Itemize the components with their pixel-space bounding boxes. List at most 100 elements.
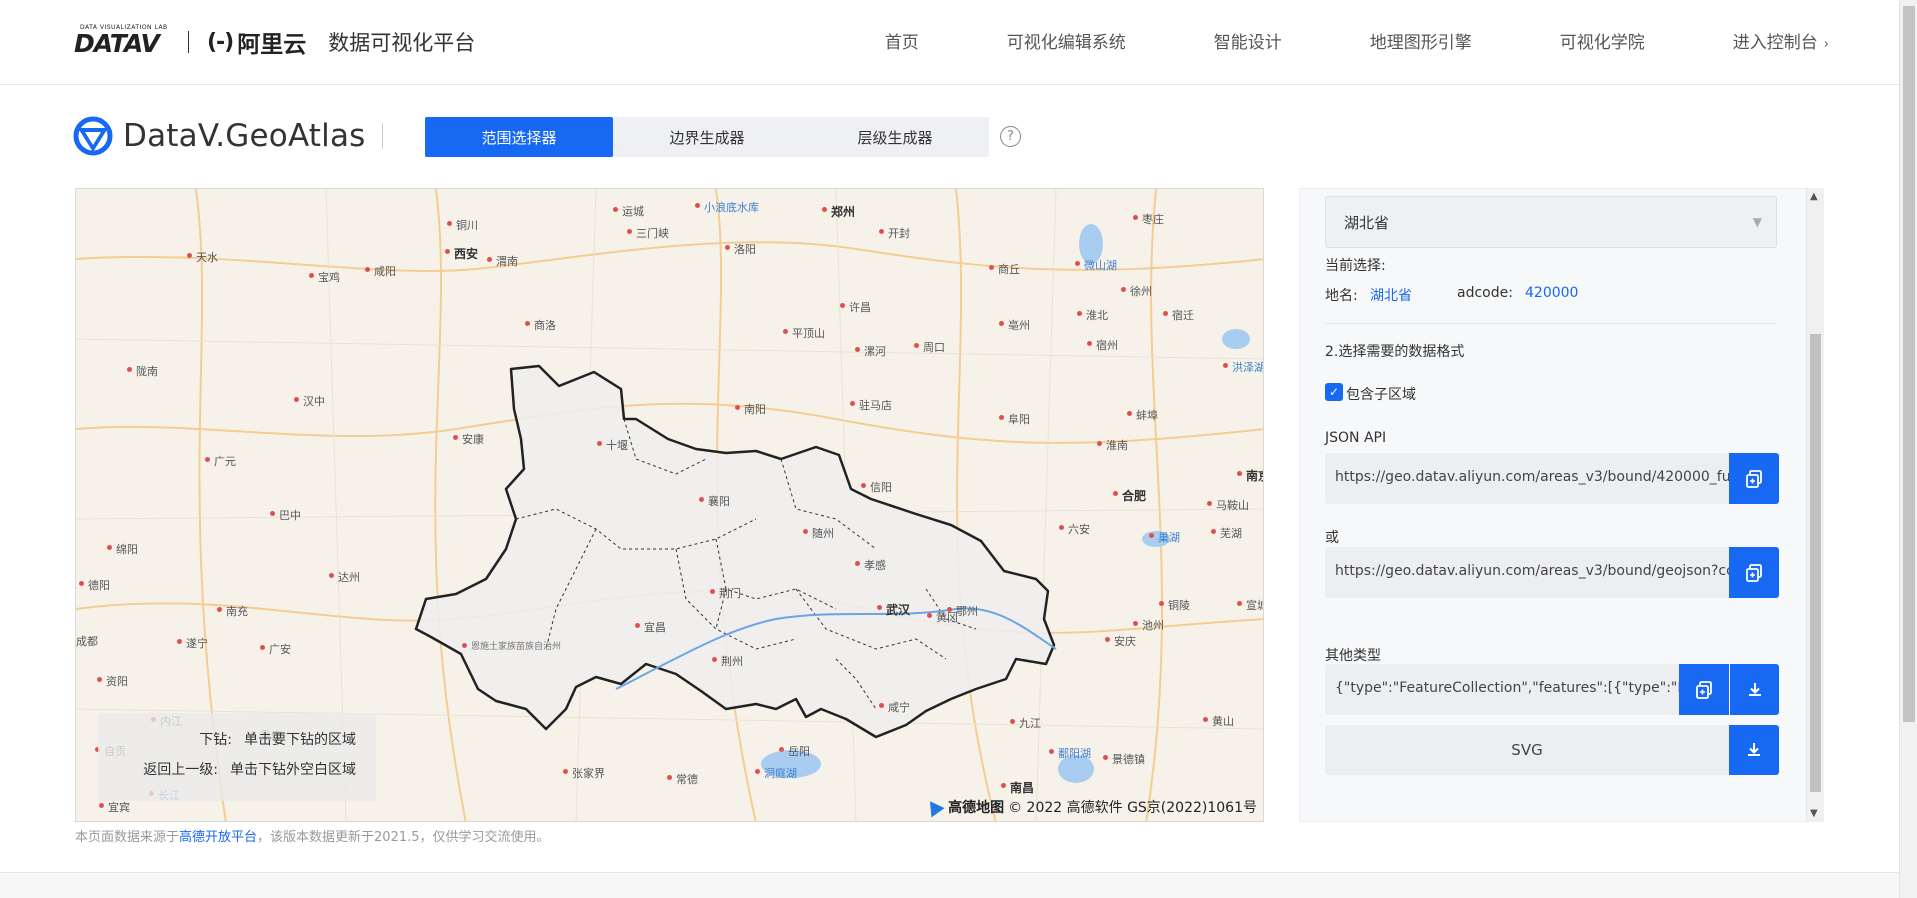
city-label: 洪泽湖 [1223,361,1264,374]
hint-back-row: 返回上一级: 单击下钻外空白区域 [143,759,356,779]
city-label: 达州 [329,571,360,584]
city-label: 洞庭湖 [755,767,797,780]
nav-console[interactable]: 进入控制台 › [1733,28,1829,53]
tab-level-generator[interactable]: 层级生成器 [801,117,989,157]
region-select-value: 湖北省 [1344,214,1390,232]
brand[interactable]: DATA VISUALIZATION LAB DATAV (-) 阿里云 数据可… [74,22,475,62]
chevron-down-icon: ▼ [1752,215,1762,229]
adcode-label: adcode: [1457,285,1513,301]
amap-arrow-icon [923,796,945,818]
city-label: 开封 [879,227,910,240]
city-label: 铜川 [447,219,478,232]
map-view[interactable]: 天水 铜川 运城 小浪底水库 郑州 开封 枣庄 西安 渭南 三门峡 洛阳 商丘 … [75,188,1264,822]
tab-range-selector[interactable]: 范围选择器 [425,117,613,157]
geojson-url-field[interactable]: https://geo.datav.aliyun.com/areas_v3/bo… [1325,547,1729,598]
region-select[interactable]: 湖北省 ▼ [1325,196,1777,248]
page-scrollbar-thumb[interactable] [1903,6,1915,722]
city-label: 淮北 [1077,309,1108,322]
tab-boundary-generator[interactable]: 边界生成器 [613,117,801,157]
datav-wordmark: DATAV [74,29,160,58]
city-label: 十堰 [597,439,628,452]
city-label: 商洛 [525,319,556,332]
city-label: 天水 [187,251,218,264]
city-label: 渭南 [487,255,518,268]
amap-platform-link[interactable]: 高德开放平台 [179,830,257,845]
nav-smart-design[interactable]: 智能设计 [1214,28,1282,53]
current-selection-label: 当前选择: [1325,258,1386,274]
nav-academy[interactable]: 可视化学院 [1560,28,1645,53]
city-label: 安庆 [1105,635,1136,648]
include-children-checkbox[interactable]: ✓ [1325,383,1343,401]
city-label: 微山湖 [1075,259,1117,272]
geojson-content-field[interactable]: {"type":"FeatureCollection","features":[… [1325,664,1679,715]
nav-home[interactable]: 首页 [885,28,919,53]
other-types-label: 其他类型 [1325,648,1381,664]
city-label: 张家界 [563,767,605,780]
city-label: 蚌埠 [1127,409,1158,422]
scroll-up-arrow-icon[interactable]: ▲ [1810,191,1818,202]
city-label: 徐州 [1121,285,1152,298]
copy-icon [1746,563,1762,582]
data-source-note: 本页面数据来源于高德开放平台，该版本数据更新于2021.5，仅供学习交流使用。 [75,826,550,845]
city-label: 黄山 [1203,715,1234,728]
scroll-down-arrow-icon[interactable]: ▼ [1810,808,1818,819]
nav-geo-engine[interactable]: 地理图形引擎 [1370,28,1472,53]
hint-back-value: 单击下钻外空白区域 [230,762,356,778]
page-scrollbar[interactable] [1899,0,1917,898]
map-attribution: 高德地图 © 2022 高德软件 GS京(2022)1061号 [923,796,1257,818]
json-api-url-field[interactable]: https://geo.datav.aliyun.com/areas_v3/bo… [1325,453,1729,504]
copy-json-api-button[interactable] [1729,453,1779,504]
city-label: 驻马店 [850,399,892,412]
city-label: 西安 [444,247,479,261]
city-label: 六安 [1059,523,1090,536]
city-label: 绵阳 [107,543,138,556]
city-label: 鄱阳湖 [1049,747,1091,760]
city-label: 平顶山 [783,327,825,340]
hint-drill-row: 下钻: 单击要下钻的区域 [199,729,356,749]
download-geojson-button[interactable] [1729,664,1779,715]
city-label: 咸宁 [879,701,910,714]
city-label: 信阳 [861,481,892,494]
city-label: 宿迁 [1163,309,1194,322]
download-icon [1748,743,1760,756]
download-svg-button[interactable] [1729,725,1779,775]
hint-back-key: 返回上一级: [143,762,218,778]
geoatlas-divider [381,123,383,149]
aliyun-name: 阿里云 [237,32,307,58]
city-label: 池州 [1133,619,1164,632]
copy-geojson-content-button[interactable] [1679,664,1729,715]
city-label: 三门峡 [627,227,669,240]
city-label: 郑州 [821,205,856,219]
place-name-label: 地名: [1325,288,1358,304]
city-label: 枣庄 [1133,213,1164,226]
geojson-content: {"type":"FeatureCollection","features":[… [1335,680,1679,696]
city-label: 漯河 [855,345,886,358]
or-label: 或 [1325,530,1339,546]
city-label: 襄阳 [699,495,730,508]
city-label: 宿州 [1087,339,1118,352]
city-label: 运城 [613,205,644,218]
aliyun-logo[interactable]: (-) 阿里云 [207,25,306,59]
city-label: 德阳 [79,579,110,592]
city-label: 南阳 [735,403,766,416]
top-navbar: DATA VISUALIZATION LAB DATAV (-) 阿里云 数据可… [0,0,1899,85]
amap-logo[interactable]: 高德地图 [923,796,1005,818]
footnote-suffix: ，该版本数据更新于2021.5，仅供学习交流使用。 [257,830,550,845]
panel-scrollbar[interactable]: ▲ ▼ [1806,188,1824,822]
drill-hint-box: 下钻: 单击要下钻的区域 返回上一级: 单击下钻外空白区域 [98,713,376,801]
nav-console-label: 进入控制台 [1732,33,1818,53]
city-label: 常德 [667,773,698,786]
city-label: 汉中 [294,395,325,408]
city-label: 资阳 [97,675,128,688]
download-icon [1748,682,1761,696]
panel-scrollbar-thumb[interactable] [1810,334,1821,792]
datav-logo[interactable]: DATA VISUALIZATION LAB DATAV [74,24,172,60]
settings-panel: 湖北省 ▼ 当前选择: 地名: 湖北省 adcode: 420000 2.选择需… [1299,188,1824,822]
brand-divider [188,31,189,53]
city-label: 陇南 [127,365,158,378]
question-circle-icon[interactable]: ? [1000,126,1021,147]
copy-geojson-button[interactable] [1729,547,1779,598]
amap-logo-text: 高德地图 [948,800,1005,816]
nav-visual-editor[interactable]: 可视化编辑系统 [1007,28,1126,53]
include-children-label[interactable]: 包含子区域 [1346,384,1416,404]
